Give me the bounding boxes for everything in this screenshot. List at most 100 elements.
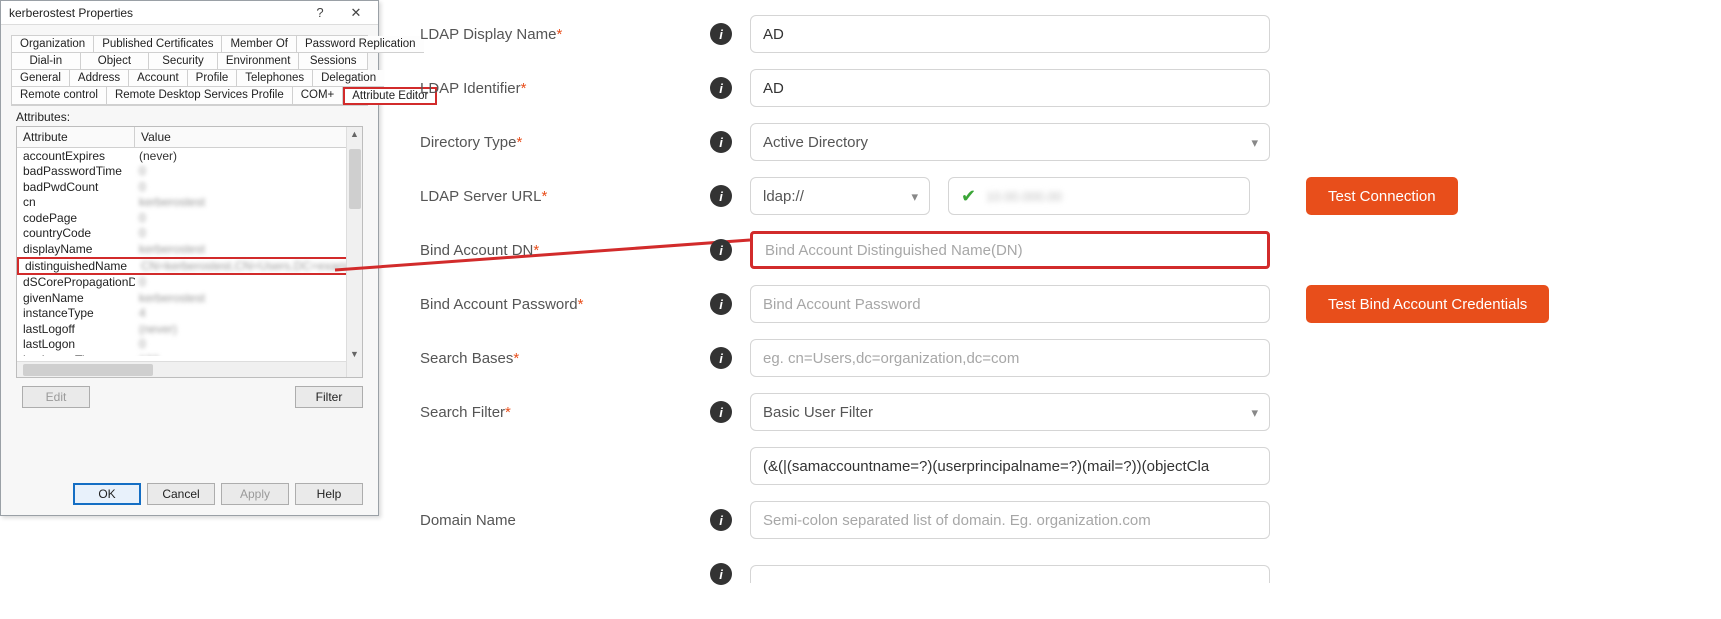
- ldap-scheme-select[interactable]: ldap://: [750, 177, 930, 215]
- scroll-thumb[interactable]: [349, 149, 361, 209]
- tab-remote-control[interactable]: Remote control: [12, 87, 107, 105]
- chevron-down-icon[interactable]: ▼: [350, 349, 359, 359]
- bind-dn-label: Bind Account DN*: [420, 242, 710, 259]
- attribute-row[interactable]: givenNamekerberostest: [17, 290, 362, 306]
- bind-dn-input[interactable]: [750, 231, 1270, 269]
- tab-delegation[interactable]: Delegation: [313, 70, 384, 87]
- info-icon[interactable]: i: [710, 293, 732, 315]
- tab-general[interactable]: General: [12, 70, 70, 87]
- attribute-row[interactable]: badPwdCount0: [17, 179, 362, 195]
- check-icon: ✔: [961, 186, 976, 207]
- attribute-row[interactable]: dSCorePropagationD...0: [17, 275, 362, 291]
- attribute-name: badPasswordTime: [19, 164, 135, 178]
- domain-name-label: Domain Name: [420, 512, 710, 529]
- attribute-row[interactable]: badPasswordTime0: [17, 164, 362, 180]
- attribute-value: 0: [135, 211, 362, 225]
- test-connection-button[interactable]: Test Connection: [1306, 177, 1458, 215]
- tab-rds-profile[interactable]: Remote Desktop Services Profile: [107, 87, 293, 105]
- info-icon[interactable]: i: [710, 185, 732, 207]
- attribute-name: accountExpires: [19, 149, 135, 163]
- help-icon[interactable]: ?: [302, 5, 338, 20]
- tab-object[interactable]: Object: [81, 53, 150, 70]
- attribute-value: CN=kerberostest,CN=Users,DC=example,DC=c…: [137, 259, 360, 273]
- info-icon[interactable]: i: [710, 509, 732, 531]
- attribute-row[interactable]: lastLogon0: [17, 337, 362, 353]
- search-filter-select[interactable]: Basic User Filter: [750, 393, 1270, 431]
- close-icon[interactable]: ✕: [338, 5, 374, 21]
- horizontal-scrollbar[interactable]: [17, 361, 346, 377]
- attribute-row[interactable]: cnkerberostest: [17, 195, 362, 211]
- attribute-value: 4: [135, 306, 362, 320]
- directory-type-select[interactable]: Active Directory: [750, 123, 1270, 161]
- domain-name-input[interactable]: [750, 501, 1270, 539]
- attribute-value: 0: [135, 275, 362, 289]
- search-bases-label: Search Bases*: [420, 350, 710, 367]
- help-button[interactable]: Help: [295, 483, 363, 505]
- attribute-row[interactable]: accountExpires(never): [17, 148, 362, 164]
- tab-address[interactable]: Address: [70, 70, 129, 87]
- ldap-display-name-input[interactable]: [750, 15, 1270, 53]
- col-value[interactable]: Value: [135, 127, 362, 147]
- info-icon[interactable]: i: [710, 77, 732, 99]
- attribute-name: instanceType: [19, 306, 135, 320]
- search-filter-text-input[interactable]: [750, 447, 1270, 485]
- info-icon[interactable]: i: [710, 131, 732, 153]
- bind-password-label: Bind Account Password*: [420, 296, 710, 313]
- cancel-button[interactable]: Cancel: [147, 483, 215, 505]
- info-icon[interactable]: i: [710, 239, 732, 261]
- filter-button[interactable]: Filter: [295, 386, 363, 408]
- attribute-name: displayName: [19, 242, 135, 256]
- tab-dial-in[interactable]: Dial-in: [12, 53, 81, 70]
- attribute-row[interactable]: codePage0: [17, 210, 362, 226]
- attribute-name: lastLogoff: [19, 322, 135, 336]
- chevron-up-icon[interactable]: ▲: [350, 129, 359, 139]
- vertical-scrollbar[interactable]: ▲ ▼: [346, 127, 362, 377]
- tab-pub-certificates[interactable]: Published Certificates: [94, 36, 222, 53]
- attribute-value: (never): [135, 149, 362, 163]
- col-attribute[interactable]: Attribute: [17, 127, 135, 147]
- titlebar[interactable]: kerberostest Properties ? ✕: [1, 1, 378, 25]
- apply-button[interactable]: Apply: [221, 483, 289, 505]
- info-icon[interactable]: i: [710, 401, 732, 423]
- edit-button[interactable]: Edit: [22, 386, 90, 408]
- info-icon[interactable]: i: [710, 563, 732, 585]
- tab-environment[interactable]: Environment: [218, 53, 300, 70]
- attribute-row[interactable]: displayNamekerberostest: [17, 241, 362, 257]
- attribute-value: 132...: [135, 353, 362, 356]
- dialog-title: kerberostest Properties: [5, 6, 302, 20]
- attribute-row[interactable]: countryCode0: [17, 226, 362, 242]
- attributes-listbox[interactable]: Attribute Value accountExpires(never)bad…: [16, 126, 363, 378]
- test-bind-credentials-button[interactable]: Test Bind Account Credentials: [1306, 285, 1549, 323]
- attributes-label: Attributes:: [16, 110, 363, 124]
- attribute-name: lastLogon: [19, 337, 135, 351]
- tab-password-repl[interactable]: Password Replication: [297, 36, 424, 53]
- tab-member-of[interactable]: Member Of: [222, 36, 297, 53]
- attribute-value: 0: [135, 164, 362, 178]
- listbox-header: Attribute Value: [17, 127, 362, 148]
- attribute-value: kerberostest: [135, 195, 362, 209]
- ldap-display-name-label: LDAP Display Name*: [420, 26, 710, 43]
- attribute-value: (never): [135, 322, 362, 336]
- tab-telephones[interactable]: Telephones: [237, 70, 313, 87]
- ldap-identifier-label: LDAP Identifier*: [420, 80, 710, 97]
- tab-account[interactable]: Account: [129, 70, 188, 87]
- info-icon[interactable]: i: [710, 23, 732, 45]
- attribute-row[interactable]: distinguishedNameCN=kerberostest,CN=User…: [17, 257, 362, 275]
- tab-sessions[interactable]: Sessions: [299, 53, 367, 70]
- tab-profile[interactable]: Profile: [188, 70, 238, 87]
- attribute-value: 0: [135, 337, 362, 351]
- truncated-input[interactable]: [750, 565, 1270, 583]
- tab-security[interactable]: Security: [149, 53, 218, 70]
- info-icon[interactable]: i: [710, 347, 732, 369]
- attribute-row[interactable]: instanceType4: [17, 306, 362, 322]
- search-bases-input[interactable]: [750, 339, 1270, 377]
- tab-complus[interactable]: COM+: [293, 87, 344, 105]
- attribute-row[interactable]: lastLogonTimestamp132...: [17, 352, 362, 356]
- ldap-identifier-input[interactable]: [750, 69, 1270, 107]
- attribute-name: codePage: [19, 211, 135, 225]
- tab-organization[interactable]: Organization: [12, 36, 94, 53]
- ok-button[interactable]: OK: [73, 483, 141, 505]
- bind-password-input[interactable]: [750, 285, 1270, 323]
- attribute-row[interactable]: lastLogoff(never): [17, 321, 362, 337]
- hscroll-thumb[interactable]: [23, 364, 153, 376]
